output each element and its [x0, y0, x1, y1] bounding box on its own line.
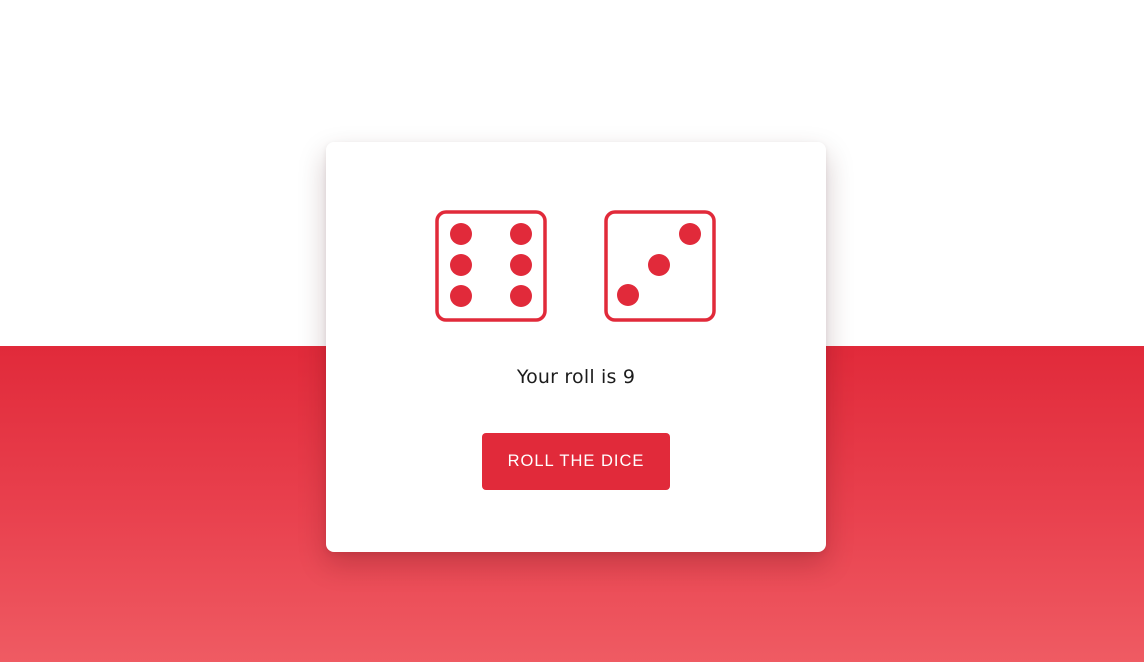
pip: [450, 223, 472, 245]
roll-result-text: Your roll is 9: [516, 366, 636, 388]
pip: [617, 284, 639, 306]
dice-six-icon: [435, 210, 547, 322]
die-left-graphic: [435, 210, 547, 322]
pip: [510, 223, 532, 245]
pip: [450, 285, 472, 307]
dice-card: Your roll is 9 ROLL THE DICE: [326, 142, 826, 552]
roll-dice-button[interactable]: ROLL THE DICE: [482, 433, 670, 490]
pip: [510, 285, 532, 307]
dice-three-icon: [604, 210, 716, 322]
pip: [679, 223, 701, 245]
pip: [450, 254, 472, 276]
pip: [510, 254, 532, 276]
pip: [648, 254, 670, 276]
die-right-graphic: [604, 210, 716, 322]
